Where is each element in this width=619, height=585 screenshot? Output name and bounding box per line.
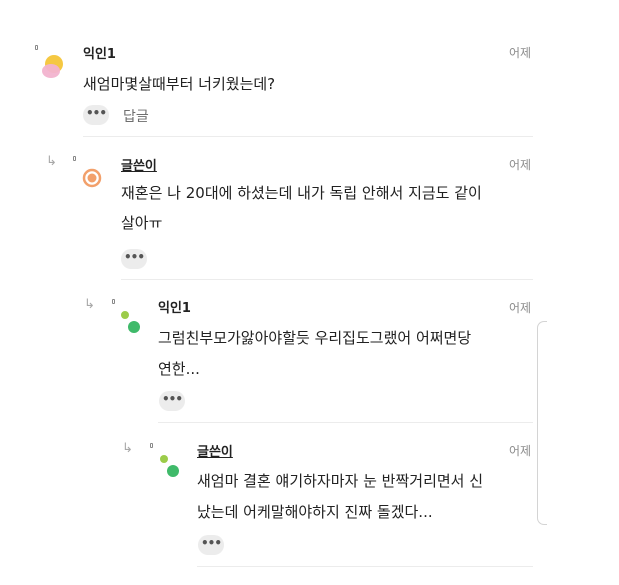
avatar[interactable] <box>40 54 66 80</box>
avatar[interactable] <box>157 452 183 480</box>
comment-time: 어제 <box>509 46 532 60</box>
reply-arrow-icon: ↳ <box>122 441 133 456</box>
divider <box>197 566 533 567</box>
comment-text-line: 재혼은 나 20대에 하셨는데 내가 독립 안해서 지금도 같이 <box>121 184 482 202</box>
comment-author[interactable]: 익인1 <box>158 297 191 316</box>
comment-marker <box>35 45 38 50</box>
comment-text-line: 살아ㅠ <box>121 214 163 232</box>
avatar[interactable] <box>118 308 144 336</box>
comment-marker <box>73 156 76 161</box>
reply-arrow-icon: ↳ <box>46 154 57 169</box>
divider <box>83 136 533 137</box>
comment-thread: 익인1 어제 새엄마몇살때부터 너키웠는데? ••• 답글 ↳ 글쓴이 어제 재… <box>0 0 619 585</box>
comment-time: 어제 <box>509 301 532 315</box>
comment-author[interactable]: 익인1 <box>83 43 116 62</box>
comment-text-line: 그럼친부모가앓아야할듯 우리집도그랬어 어쩌면당 <box>158 329 472 347</box>
more-options-button[interactable]: ••• <box>159 391 185 411</box>
comment-text-line: 났는데 어케말해야하지 진짜 돌겠다... <box>197 503 433 521</box>
comment-marker <box>150 443 153 448</box>
scroll-indicator[interactable] <box>537 321 547 525</box>
comment-text-line: 새엄마 결혼 얘기하자마자 눈 반짝거리면서 신 <box>197 472 484 490</box>
comment-author[interactable]: 글쓴이 <box>121 155 157 174</box>
avatar[interactable] <box>82 168 102 188</box>
comment-time: 어제 <box>509 158 532 172</box>
comment-text-line: 연한... <box>158 360 200 378</box>
divider <box>158 422 533 423</box>
divider <box>121 279 533 280</box>
reply-arrow-icon: ↳ <box>84 297 95 312</box>
comment-text-line: 새엄마몇살때부터 너키웠는데? <box>83 75 276 93</box>
comment-marker <box>112 299 115 304</box>
more-options-button[interactable]: ••• <box>121 249 147 269</box>
reply-link[interactable]: 답글 <box>123 106 149 126</box>
comment-author[interactable]: 글쓴이 <box>197 441 233 460</box>
more-options-button[interactable]: ••• <box>83 105 109 125</box>
comment-time: 어제 <box>509 444 532 458</box>
more-options-button[interactable]: ••• <box>198 535 224 555</box>
